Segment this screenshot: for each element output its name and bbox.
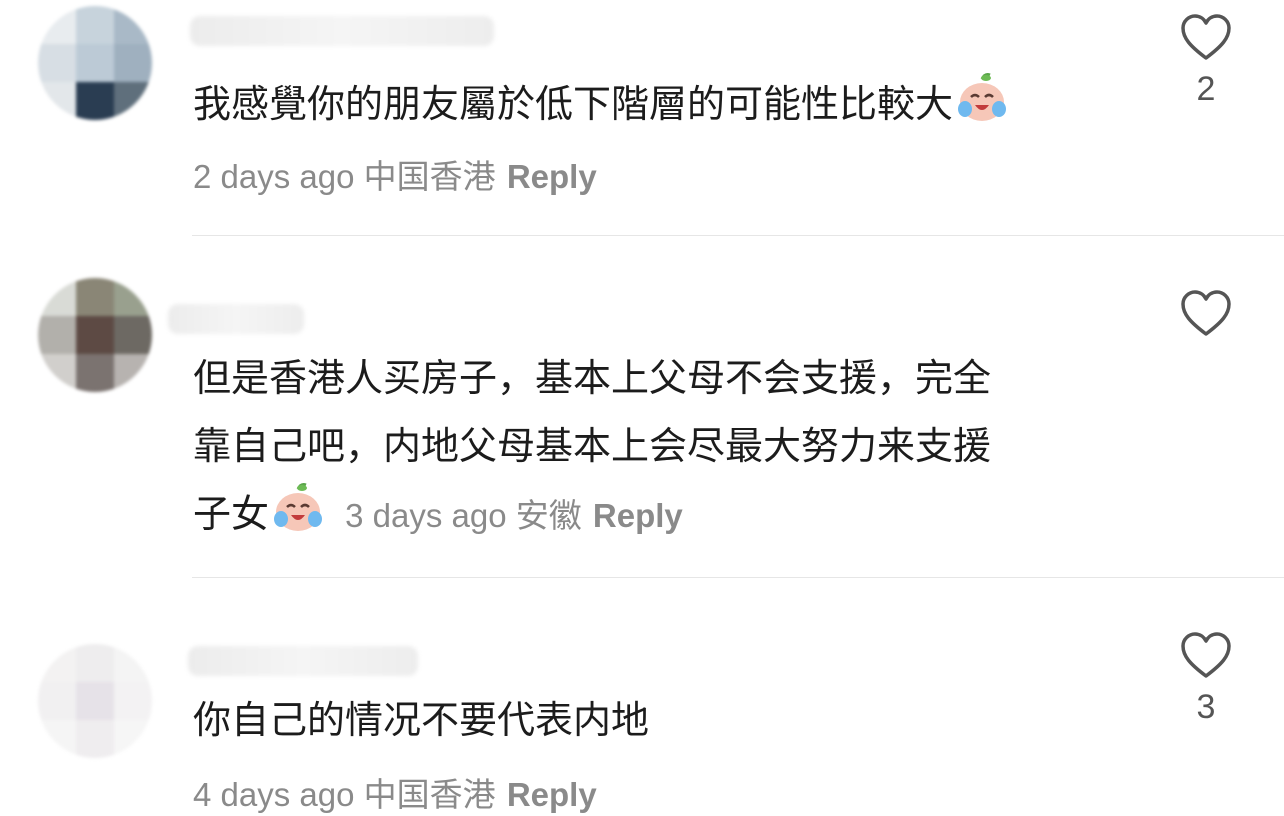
avatar[interactable] xyxy=(38,644,152,758)
reply-button[interactable]: Reply xyxy=(507,158,597,195)
like-button[interactable] xyxy=(1180,290,1232,338)
location: 中国香港 xyxy=(363,158,496,195)
location: 中国香港 xyxy=(363,776,496,813)
reply-button[interactable]: Reply xyxy=(593,497,683,534)
timestamp: 4 days ago xyxy=(193,776,355,813)
reply-button[interactable]: Reply xyxy=(507,776,597,813)
avatar[interactable] xyxy=(38,6,152,120)
like-button[interactable]: 3 xyxy=(1180,632,1232,727)
username[interactable] xyxy=(188,646,418,676)
crying-laughing-face-icon xyxy=(274,483,323,531)
comment-text: 但是香港人买房子，基本上父母不会支援，完全 靠自己吧，内地父母基本上会尽最大努力… xyxy=(193,356,992,536)
comment-text: 我感覺你的朋友屬於低下階層的可能性比較大 xyxy=(193,70,1009,138)
comment-item: 但是香港人买房子，基本上父母不会支援，完全 靠自己吧，内地父母基本上会尽最大努力… xyxy=(0,236,1284,578)
like-count: 3 xyxy=(1196,688,1216,726)
timestamp: 3 days ago xyxy=(345,497,507,534)
username[interactable] xyxy=(190,16,494,46)
comment-meta: 3 days ago 安徽 Reply xyxy=(345,497,683,534)
crying-laughing-face-icon xyxy=(958,73,1007,121)
comment-item: 你自己的情况不要代表内地 4 days ago 中国香港 Reply 3 xyxy=(0,578,1284,813)
heart-icon xyxy=(1181,290,1231,336)
username[interactable] xyxy=(168,304,304,334)
like-button[interactable]: 2 xyxy=(1180,14,1232,109)
location: 安徽 xyxy=(515,497,582,534)
heart-icon xyxy=(1181,14,1231,60)
comment-item: 我感覺你的朋友屬於低下階層的可能性比較大 2 days ago 中国香港 Rep… xyxy=(0,0,1284,236)
timestamp: 2 days ago xyxy=(193,158,355,195)
heart-icon xyxy=(1181,632,1231,678)
comment-text: 你自己的情况不要代表内地 xyxy=(193,698,650,742)
avatar[interactable] xyxy=(38,278,152,392)
comment-meta: 2 days ago 中国香港 Reply xyxy=(193,150,597,198)
like-count: 2 xyxy=(1196,70,1216,108)
